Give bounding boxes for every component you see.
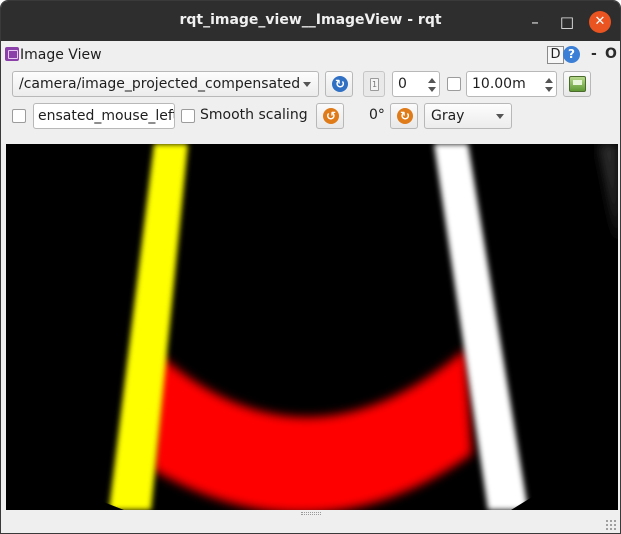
chevron-down-icon — [496, 114, 504, 119]
number-toggle-button[interactable]: 1 — [363, 71, 385, 97]
page-icon: 1 — [370, 78, 379, 91]
app-window: rqt_image_view__ImageView - rqt – □ ✕ Im… — [0, 0, 621, 534]
help-icon[interactable]: ? — [563, 46, 580, 63]
image-viewport[interactable] — [6, 144, 618, 510]
mouse-publish-checkbox[interactable] — [12, 109, 26, 123]
title-bar[interactable]: rqt_image_view__ImageView - rqt – □ ✕ — [1, 1, 620, 41]
rotate-left-icon: ↺ — [323, 108, 339, 124]
spin-down-icon[interactable] — [545, 87, 553, 92]
close-icon[interactable]: ✕ — [589, 11, 611, 33]
timeout-checkbox[interactable] — [447, 77, 461, 91]
color-scheme-value: Gray — [431, 108, 465, 124]
rotation-label: 0° — [369, 107, 385, 123]
refresh-button[interactable]: ↻ — [325, 71, 353, 97]
number-spinbox[interactable]: 0 — [392, 71, 440, 97]
minimize-plugin-button[interactable]: - — [591, 46, 597, 62]
topic-combobox[interactable]: /camera/image_projected_compensated — [12, 71, 319, 97]
plugin-title: Image View — [20, 47, 102, 63]
chevron-down-icon — [303, 82, 311, 87]
refresh-icon: ↻ — [332, 76, 348, 92]
spin-up-icon[interactable] — [545, 78, 553, 83]
save-image-icon — [569, 76, 586, 92]
timeout-spinbox[interactable]: 10.00m — [466, 71, 557, 97]
smooth-scaling-checkbox[interactable] — [181, 109, 195, 123]
plugin-header: Image View D ? - O — [1, 43, 620, 67]
rotate-right-icon: ↻ — [397, 108, 413, 124]
timeout-value: 10.00m — [472, 76, 526, 92]
spin-down-icon[interactable] — [428, 87, 436, 92]
minimize-icon[interactable]: – — [524, 11, 546, 33]
camera-image — [6, 144, 618, 510]
save-image-button[interactable] — [563, 71, 591, 97]
rotate-right-button[interactable]: ↻ — [390, 103, 418, 129]
detach-button[interactable]: D — [547, 46, 564, 64]
number-value: 0 — [398, 76, 407, 92]
resize-grip-icon[interactable] — [605, 519, 617, 531]
color-scheme-combobox[interactable]: Gray — [424, 103, 512, 129]
splitter-handle[interactable] — [301, 512, 321, 515]
mouse-topic-input[interactable]: ensated_mouse_left — [33, 103, 175, 129]
topic-value: /camera/image_projected_compensated — [19, 76, 301, 92]
close-plugin-button[interactable]: O — [605, 46, 617, 62]
image-view-plugin-icon — [5, 47, 19, 61]
mouse-topic-value: ensated_mouse_left — [38, 108, 175, 124]
rotate-left-button[interactable]: ↺ — [316, 103, 344, 129]
maximize-icon[interactable]: □ — [556, 11, 578, 33]
spin-up-icon[interactable] — [428, 78, 436, 83]
smooth-scaling-label: Smooth scaling — [200, 107, 308, 123]
